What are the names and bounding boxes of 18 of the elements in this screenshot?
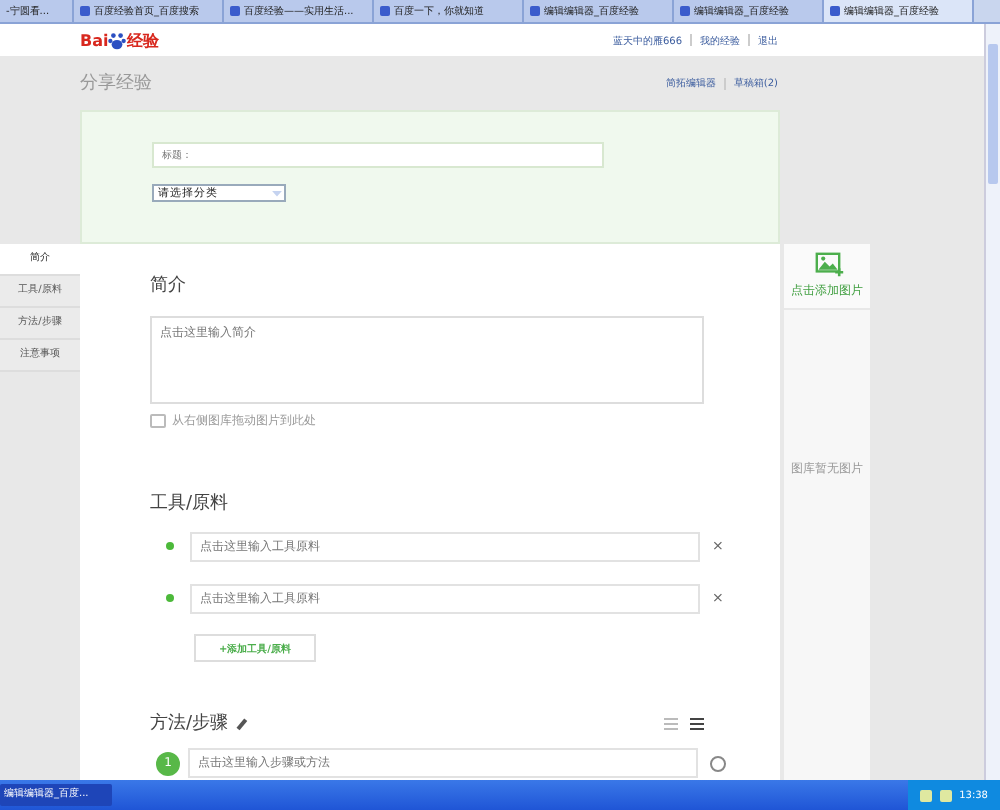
- section-heading: 简介: [150, 273, 186, 298]
- bullet-icon: [166, 594, 174, 602]
- dropdown-caret-icon: [270, 186, 284, 200]
- page-icon: [530, 6, 540, 16]
- section-heading: 方法/步骤: [150, 711, 229, 736]
- page-title: 分享经验: [80, 71, 152, 96]
- page-icon: [680, 6, 690, 16]
- scrollbar[interactable]: [984, 24, 1000, 780]
- page-icon: [830, 6, 840, 16]
- baidu-logo: Bai 经验: [80, 29, 159, 51]
- bullet-icon: [166, 542, 174, 550]
- page-icon: [80, 6, 90, 16]
- picture-icon: [150, 414, 166, 428]
- page-icon: [230, 6, 240, 16]
- page-icon: [380, 6, 390, 16]
- picture-add-icon: [811, 252, 843, 278]
- pencil-icon: [236, 717, 247, 729]
- section-heading: 工具/原料: [150, 491, 229, 516]
